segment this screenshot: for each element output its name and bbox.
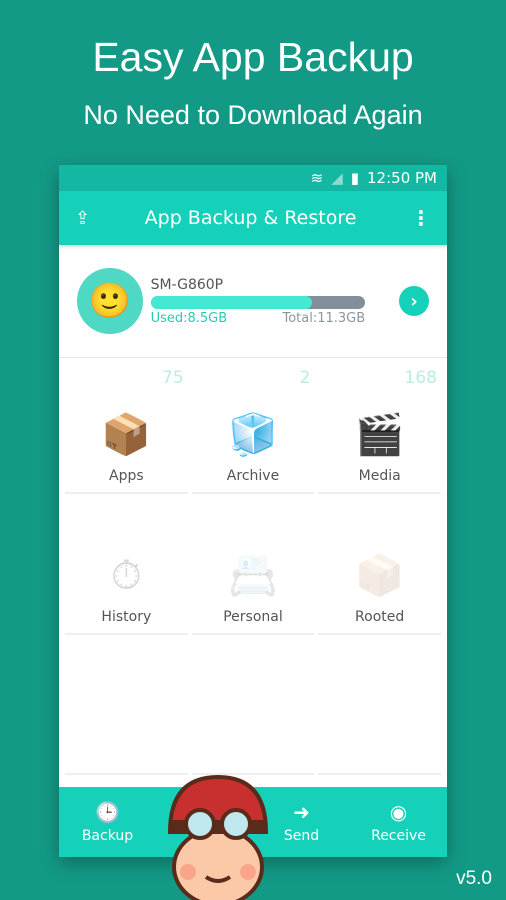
personal-icon: 📇 [228, 552, 278, 599]
item-label: Personal [223, 608, 283, 625]
tab-receive[interactable]: ◉ Receive [350, 787, 447, 857]
tab-label: Receive [371, 828, 426, 844]
mascot-illustration [167, 774, 269, 900]
status-bar: ≋ ◢ ▮ 12:50 PM [59, 165, 447, 191]
grid-item-apps[interactable]: 75 📦 Apps [65, 364, 188, 494]
signal-icon: ◢ [331, 169, 343, 187]
device-name: SM-G860P [150, 276, 224, 293]
phone-screen: ≋ ◢ ▮ 12:50 PM ⇪ App Backup & Restore ⋮ … [59, 165, 447, 857]
status-time: 12:50 PM [367, 169, 437, 187]
item-count: 168 [404, 368, 437, 388]
chevron-right-icon[interactable]: › [399, 286, 429, 316]
send-icon: ➜ [293, 800, 310, 824]
tab-backup[interactable]: 🕒 Backup [59, 787, 156, 857]
total-storage: Total:11.3GB [282, 310, 366, 326]
tab-label: Backup [81, 828, 134, 844]
avatar: 🙂 [77, 268, 143, 334]
history-icon: ⏱ [110, 552, 142, 599]
grid-item-media[interactable]: 168 🎬 Media [318, 364, 441, 494]
item-count: 75 [162, 368, 184, 388]
grid-item-empty [191, 645, 315, 776]
grid-item-empty [318, 645, 441, 776]
grid-item-personal[interactable]: 📇 Personal [191, 505, 315, 635]
device-card[interactable]: 🙂 SM-G860P Used:8.5GB Total:11.3GB › [59, 245, 447, 358]
item-label: Media [358, 468, 401, 484]
category-grid: 75 📦 Apps 2 🧊 Archive 168 🎬 Media ⏱ History 📇 Person… [59, 358, 447, 786]
used-storage: Used:8.5GB [150, 310, 228, 326]
grid-item-history[interactable]: ⏱ History [65, 505, 188, 635]
rooted-icon: 📦 [354, 552, 405, 599]
item-count: 2 [299, 368, 311, 388]
item-label: Apps [109, 468, 144, 484]
grid-item-archive[interactable]: 2 🧊 Archive [191, 364, 315, 494]
item-label: Archive [226, 468, 280, 484]
media-icon: 🎬 [354, 412, 405, 458]
app-bar: ⇪ App Backup & Restore ⋮ [59, 191, 447, 245]
archive-icon: 🧊 [228, 412, 278, 458]
app-title: App Backup & Restore [144, 207, 357, 229]
item-label: Rooted [355, 608, 405, 625]
backup-icon: 🕒 [95, 800, 120, 824]
share-icon[interactable]: ⇪ [75, 208, 90, 229]
battery-icon: ▮ [350, 169, 360, 187]
version-label: v5.0 [456, 868, 492, 889]
promo-subtitle: No Need to Download Again [83, 100, 423, 130]
wifi-icon: ≋ [310, 169, 324, 187]
more-vert-icon[interactable]: ⋮ [411, 206, 431, 230]
item-label: History [101, 608, 152, 625]
storage-fill [150, 295, 312, 309]
grid-item-rooted[interactable]: 📦 Rooted [318, 505, 441, 635]
receive-icon: ◉ [389, 800, 408, 824]
promo-title: Easy App Backup [92, 34, 414, 80]
storage-bar [150, 295, 366, 309]
grid-item-empty [65, 645, 188, 776]
tab-label: Send [283, 828, 320, 844]
apps-icon: 📦 [101, 412, 152, 458]
